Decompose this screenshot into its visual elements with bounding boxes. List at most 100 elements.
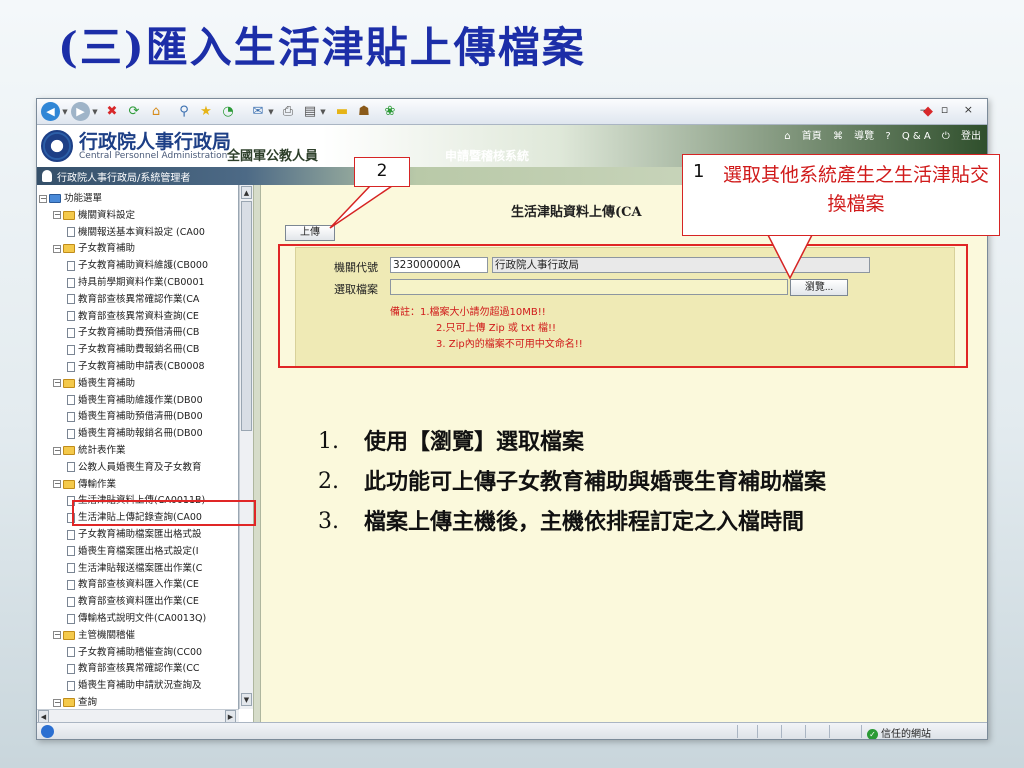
logout-link[interactable]: ⏻ 登出 (942, 131, 981, 142)
home-link[interactable]: ⌂ 首頁 (784, 131, 822, 142)
search-icon[interactable]: ⚲ (175, 102, 193, 122)
tree-folder-item[interactable]: − 主管機關稽催 (37, 628, 237, 644)
tree-folder-item[interactable]: − 統計表作業 (37, 443, 237, 459)
tree-item[interactable]: 子女教育補助費預借清冊(CB (37, 325, 237, 341)
collapse-icon[interactable]: − (39, 194, 47, 203)
tree-item[interactable]: 教育部查核異常資料查詢(CE (37, 309, 237, 325)
tree-item[interactable]: 婚喪生育檔案匯出格式設定(I (37, 544, 237, 560)
scroll-down-icon[interactable]: ▼ (241, 693, 252, 706)
instruction-item: 1. 使用【瀏覽】選取檔案 (318, 424, 938, 460)
instruction-text: 此功能可上傳子女教育補助與婚喪生育補助檔案 (364, 469, 827, 495)
folder-icon (63, 210, 75, 220)
tree-item[interactable]: 子女教育補助資料維護(CB000 (37, 258, 237, 274)
edit-icon[interactable]: ▤ (301, 102, 319, 122)
favorites-icon[interactable]: ★ (197, 102, 215, 122)
tree-folder-item[interactable]: − 子女教育補助 (37, 241, 237, 257)
tree-item[interactable]: 子女教育補助費報銷名冊(CB (37, 342, 237, 358)
print-icon[interactable]: ⎙ (279, 102, 297, 122)
slide-title: (三)匯入生活津貼上傳檔案 (58, 23, 586, 72)
upload-button[interactable]: 上傳 (285, 225, 335, 241)
tree-item-label: 功能選單 (64, 193, 103, 204)
sidebar-horizontal-scrollbar[interactable]: ◀ ▶ (37, 709, 239, 723)
tree-item[interactable]: 教育部查核資料匯入作業(CE (37, 577, 237, 593)
history-icon[interactable]: ◔ (219, 102, 237, 122)
tree-item[interactable]: 婚喪生育補助申請狀況查詢及 (37, 678, 237, 694)
home-icon[interactable]: ⌂ (147, 102, 165, 122)
tree-item[interactable]: 傳輸格式說明文件(CA0013Q) (37, 611, 237, 627)
mail-icon[interactable]: ✉ (249, 102, 267, 122)
dropdown-icon[interactable]: ▼ (267, 102, 275, 122)
tree-item[interactable]: 公教人員婚喪生育及子女教育 (37, 460, 237, 476)
messenger-icon[interactable]: ❀ (381, 102, 399, 122)
collapse-icon[interactable]: − (53, 244, 61, 253)
tree-item[interactable]: 子女教育補助申請表(CB0008 (37, 359, 237, 375)
tree-item-label: 子女教育補助費預借清冊(CB (78, 327, 200, 339)
tree-item-label: 婚喪生育補助預借清冊(DB00 (78, 411, 203, 423)
tree-item-label: 查詢 (78, 697, 98, 708)
collapse-icon[interactable]: − (53, 631, 61, 640)
collapse-icon[interactable]: − (53, 379, 61, 388)
forward-icon[interactable]: ▶ (71, 102, 90, 121)
tree-item-label: 傳輸作業 (78, 478, 117, 490)
document-icon (67, 395, 75, 406)
tree-item[interactable]: 教育部查核異常確認作業(CA (37, 292, 237, 308)
status-divider (861, 725, 862, 738)
collapse-icon[interactable]: − (53, 211, 61, 220)
tree-item[interactable]: 生活津貼報送檔案匯出作業(C (37, 561, 237, 577)
back-icon[interactable]: ◀ (41, 102, 60, 121)
scroll-up-icon[interactable]: ▲ (241, 186, 252, 199)
document-icon (67, 546, 75, 557)
tree-folder-item[interactable]: − 功能選單 (37, 191, 237, 207)
instruction-text: 使用【瀏覽】選取檔案 (364, 429, 585, 455)
tree-item[interactable]: 持具前學期資料作業(CB0001 (37, 275, 237, 291)
collapse-icon[interactable]: − (53, 698, 61, 707)
stop-icon[interactable]: ✖ (103, 102, 121, 122)
tree-folder-item[interactable]: − 機關資料設定 (37, 208, 237, 224)
tree-item[interactable]: 機關報送基本資料設定 (CA00 (37, 225, 237, 241)
window-controls[interactable]: – ▫ × (920, 103, 979, 116)
tree-folder-item[interactable]: − 婚喪生育補助 (37, 376, 237, 392)
instruction-item: 2. 此功能可上傳子女教育補助與婚喪生育補助檔案 (318, 464, 938, 500)
tree-folder-item[interactable]: − 查詢 (37, 695, 237, 709)
tree-item[interactable]: 教育部查核異常確認作業(CC (37, 661, 237, 677)
folder-icon (63, 446, 75, 455)
research-icon[interactable]: ☗ (355, 102, 373, 122)
tree-item-label: 婚喪生育補助申請狀況查詢及 (78, 680, 202, 692)
document-icon (67, 663, 75, 674)
folder-icon (63, 378, 75, 388)
tree-item[interactable]: 婚喪生育補助維護作業(DB00 (37, 393, 237, 409)
folder-icon (63, 698, 75, 707)
tree-item-label: 教育部查核異常確認作業(CC (78, 663, 200, 675)
tree-item[interactable]: 教育部查核資料匯出作業(CE (37, 594, 237, 610)
tree-item-label: 子女教育補助申請表(CB0008 (78, 361, 205, 372)
tree-item-label: 公教人員婚喪生育及子女教育 (78, 461, 202, 473)
dropdown-icon[interactable]: ▼ (91, 102, 99, 122)
tree-item[interactable]: 婚喪生育補助報銷名冊(DB00 (37, 426, 237, 442)
instruction-number: 3. (318, 509, 339, 534)
refresh-icon[interactable]: ⟳ (125, 102, 143, 122)
tree-item-label: 婚喪生育檔案匯出格式設定(I (78, 545, 199, 557)
qa-link[interactable]: ? Q & A (885, 131, 930, 142)
trusted-site-zone: ✓ 信任的網站 (867, 725, 931, 739)
tree-folder-item[interactable]: − 傳輸作業 (37, 477, 237, 493)
collapse-icon[interactable]: − (53, 446, 61, 455)
document-icon (67, 277, 75, 288)
system-name: 全國軍公教人員 (227, 149, 319, 164)
dropdown-icon[interactable]: ▼ (61, 102, 69, 122)
guide-link[interactable]: ⌘ 導覽 (833, 131, 874, 142)
scroll-thumb[interactable] (241, 201, 252, 431)
folder-icon[interactable]: ▬ (333, 102, 351, 122)
tree-item[interactable]: 婚喪生育補助預借清冊(DB00 (37, 409, 237, 425)
dropdown-icon[interactable]: ▼ (319, 102, 327, 122)
tree-item[interactable]: 子女教育補助檔案匯出格式設 (37, 527, 237, 543)
document-icon (67, 462, 75, 473)
collapse-icon[interactable]: − (53, 480, 61, 489)
document-icon (67, 227, 75, 238)
tree-item[interactable]: 子女教育補助稽催查詢(CC00 (37, 645, 237, 661)
document-icon (67, 529, 75, 540)
function-menu-tree: − 功能選單 − 機關資料設定 機關報送基本資料設定 (CA00− 子女教育補助 子女教育補… (37, 185, 239, 709)
tree-item-label: 婚喪生育補助報銷名冊(DB00 (78, 428, 203, 440)
callout-step-1-number: 1 (693, 161, 705, 182)
sidebar-vertical-scrollbar[interactable]: ▲ ▼ (239, 185, 253, 709)
frame-splitter[interactable] (253, 185, 261, 722)
